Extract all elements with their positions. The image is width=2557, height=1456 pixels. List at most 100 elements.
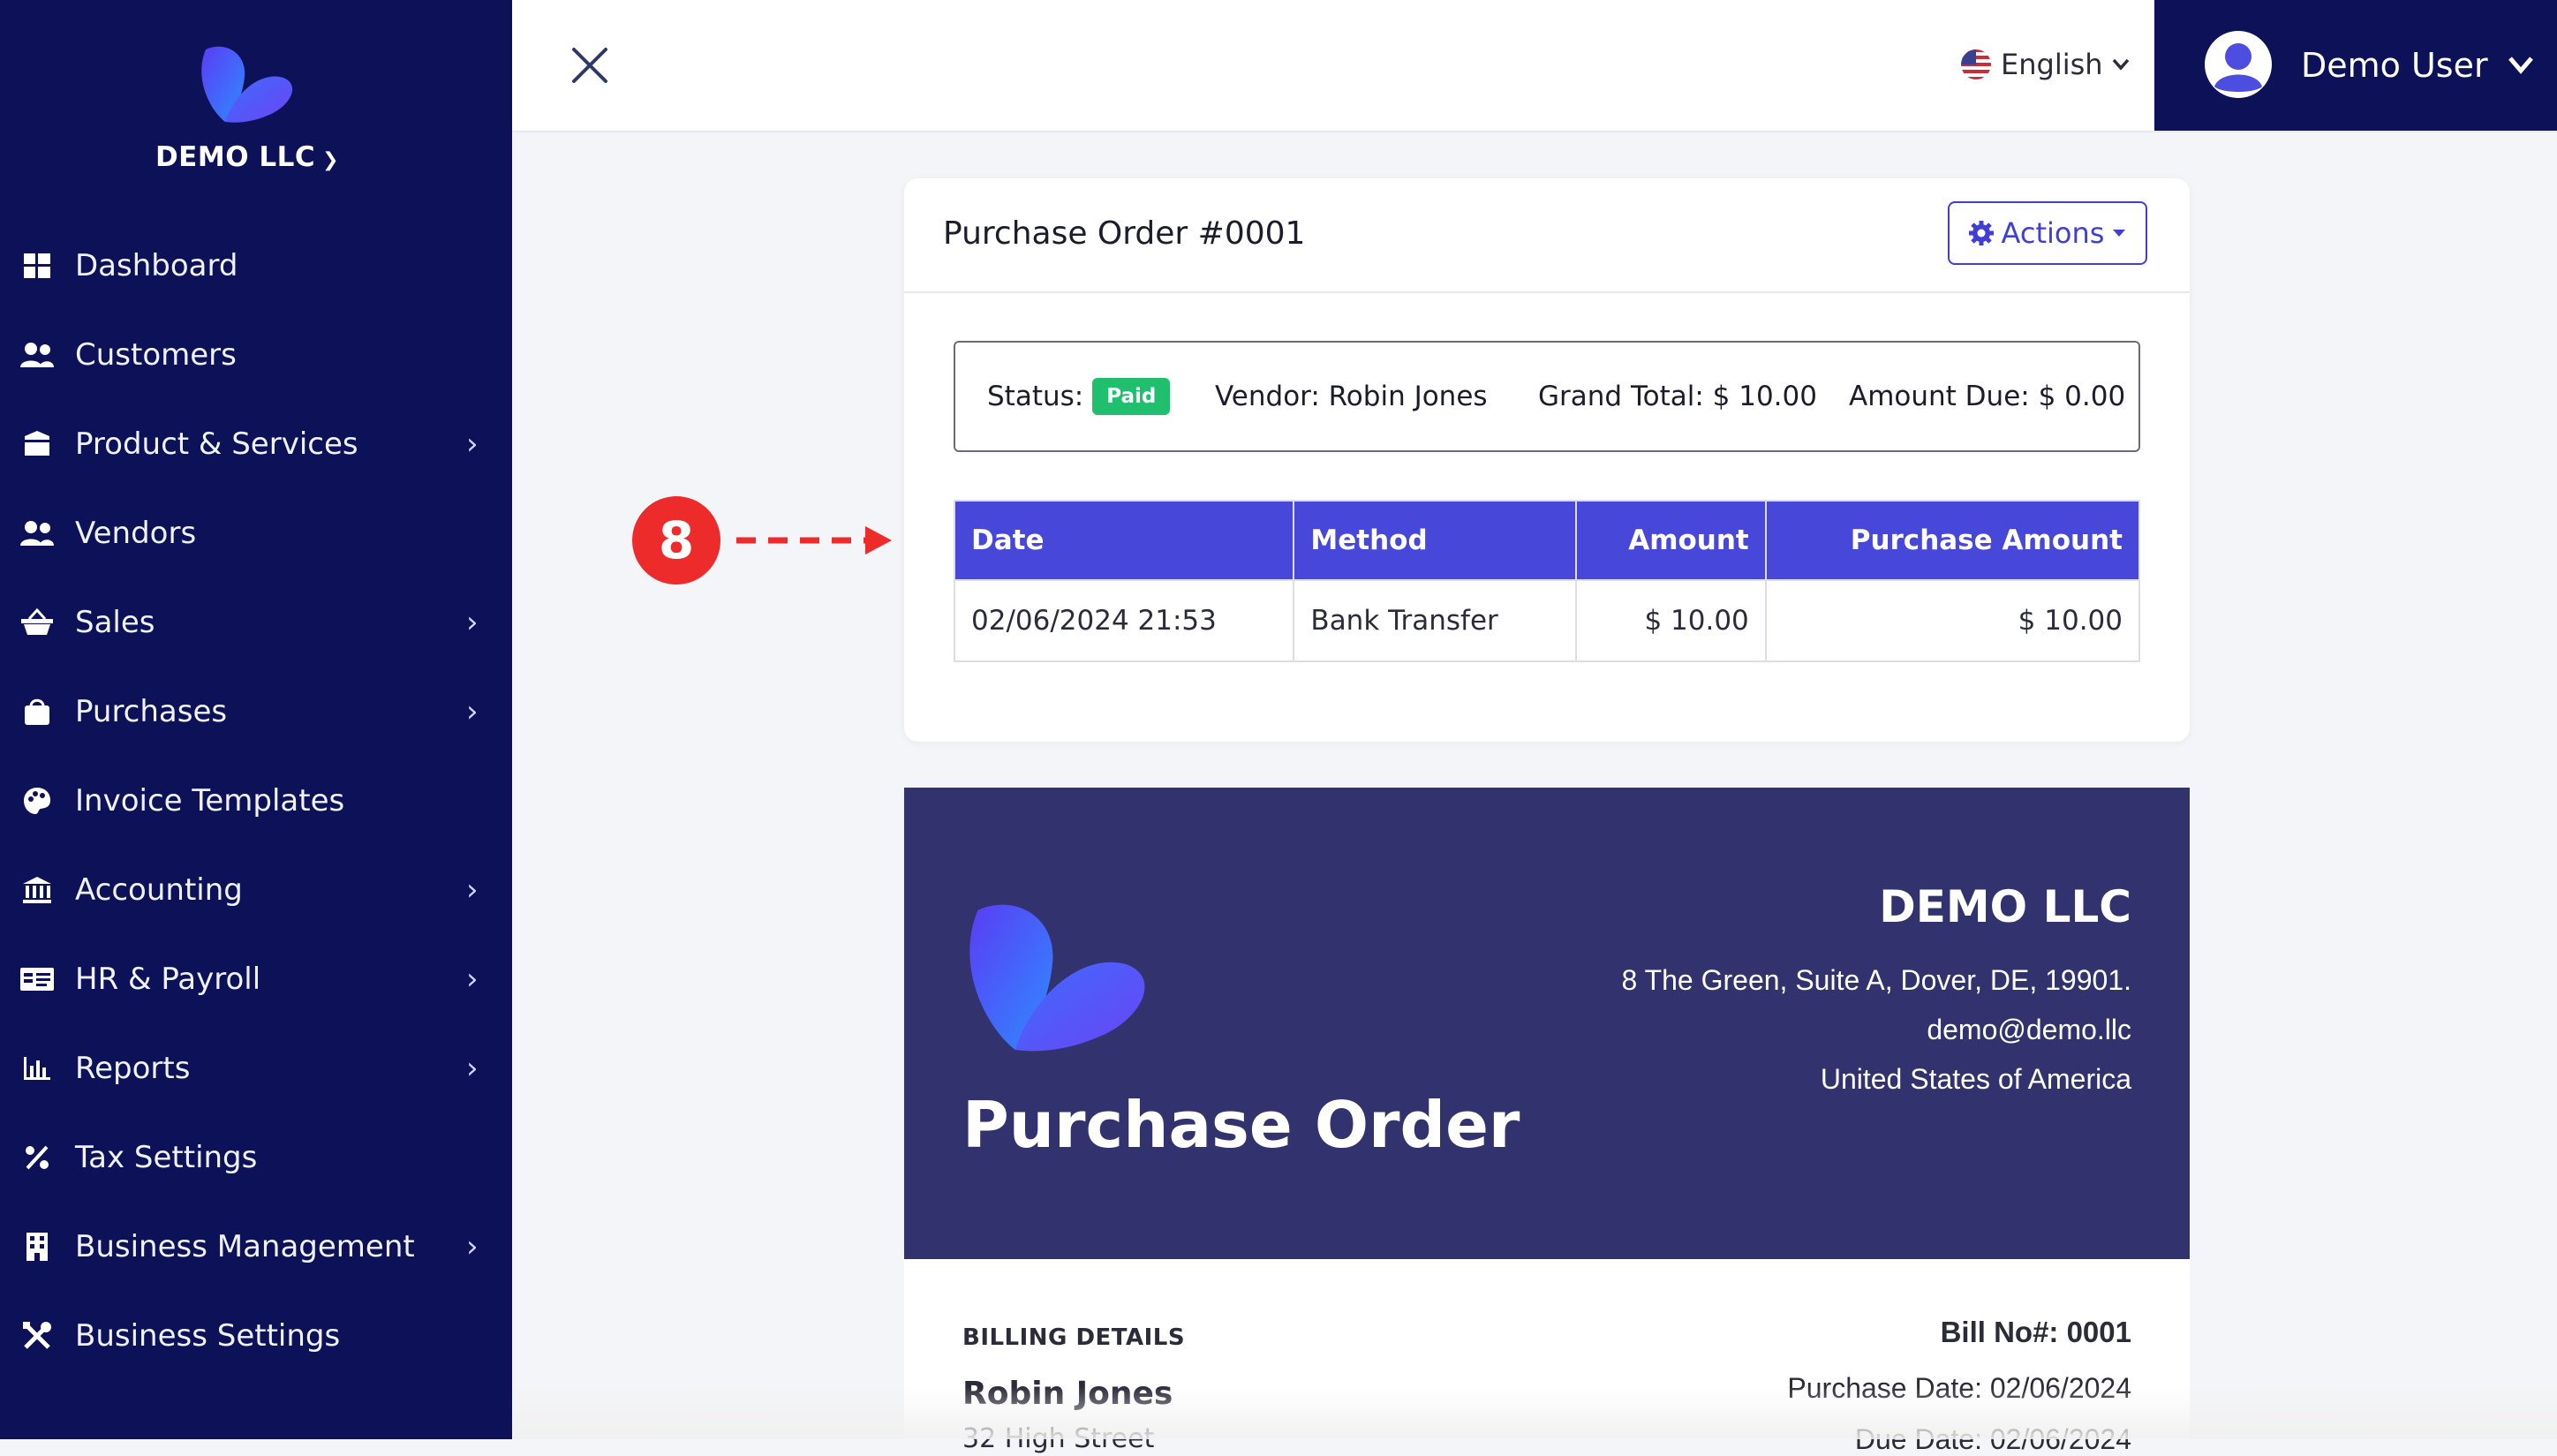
company-details: DEMO LLC 8 The Green, Suite A, Dover, DE… — [1621, 881, 2131, 1104]
sidebar-item-purchases[interactable]: Purchases › — [0, 667, 512, 756]
sidebar-item-product-services[interactable]: Product & Services › — [0, 399, 512, 488]
sidebar-nav: Dashboard Customers Product & Services › — [0, 221, 512, 1380]
building-icon — [18, 1227, 57, 1266]
sidebar-item-label: Invoice Templates — [75, 782, 345, 819]
cell-purchase-amount: $ 10.00 — [1764, 579, 2141, 662]
column-header-purchase-amount: Purchase Amount — [1764, 500, 2141, 581]
org-name: DEMO LLC ❯ — [155, 141, 340, 173]
actions-button[interactable]: Actions — [1948, 201, 2147, 265]
card-header: Purchase Order #0001 Actions — [904, 178, 2190, 293]
chevron-right-icon: › — [466, 961, 479, 997]
sidebar-item-invoice-templates[interactable]: Invoice Templates — [0, 756, 512, 845]
box-icon — [18, 425, 57, 464]
amount-due-field: Amount Due: $ 0.00 — [1849, 381, 2126, 412]
chevron-right-icon: › — [466, 1050, 479, 1086]
sidebar-item-tax-settings[interactable]: Tax Settings — [0, 1113, 512, 1202]
sidebar-item-label: Sales — [75, 604, 155, 640]
bill-number: Bill No#: 0001 — [1940, 1316, 2131, 1348]
bar-chart-icon — [18, 1049, 57, 1088]
billing-label: BILLING DETAILS — [962, 1324, 1186, 1351]
cell-amount: $ 10.00 — [1574, 579, 1767, 662]
order-summary: Status: Paid Vendor: Robin Jones Grand T… — [954, 341, 2140, 452]
cell-date: 02/06/2024 21:53 — [953, 579, 1295, 662]
invoice-preview-header: Purchase Order DEMO LLC 8 The Green, Sui… — [904, 788, 2190, 1259]
table-row: 02/06/2024 21:53 Bank Transfer $ 10.00 $… — [953, 579, 2141, 662]
company-logo — [969, 904, 1145, 1052]
chevron-right-icon: › — [466, 604, 479, 640]
company-logo — [201, 46, 293, 123]
company-name: DEMO LLC — [1879, 881, 2131, 932]
sidebar: DEMO LLC ❯ Dashboard Customers Product &… — [0, 0, 512, 1439]
status-label: Status: — [987, 381, 1084, 412]
company-address: 8 The Green, Suite A, Dover, DE, 19901. — [1621, 964, 2131, 996]
sidebar-item-label: Product & Services — [75, 426, 358, 462]
sidebar-item-customers[interactable]: Customers — [0, 310, 512, 399]
page-title: Purchase Order #0001 — [943, 215, 1306, 252]
sidebar-item-sales[interactable]: Sales › — [0, 577, 512, 667]
sidebar-item-business-management[interactable]: Business Management › — [0, 1202, 512, 1291]
user-name: Demo User — [2301, 46, 2488, 85]
sidebar-item-label: Tax Settings — [75, 1139, 258, 1175]
invoice-title: Purchase Order — [962, 1088, 1520, 1162]
status-field: Status: Paid — [987, 378, 1171, 415]
company-email: demo@demo.llc — [1927, 1014, 2131, 1045]
sidebar-item-label: Accounting — [75, 871, 243, 908]
vendor-field: Vendor: Robin Jones — [1215, 381, 1488, 412]
language-label: English — [2001, 48, 2103, 81]
percent-icon — [18, 1138, 57, 1177]
avatar — [2205, 31, 2272, 98]
dashboard-icon — [18, 246, 57, 285]
table-header-row: Date Method Amount Purchase Amount — [953, 500, 2141, 581]
dashed-arrow-icon — [736, 526, 892, 554]
sidebar-item-business-settings[interactable]: Business Settings — [0, 1291, 512, 1380]
language-selector[interactable]: English — [1960, 42, 2130, 87]
gear-icon — [1968, 221, 1994, 245]
chevron-down-icon: ❯ — [322, 149, 340, 171]
step-marker: 8 — [632, 496, 720, 585]
due-date: Due Date: 02/06/2024 — [1854, 1423, 2131, 1455]
chevron-right-icon: › — [466, 693, 479, 729]
bank-icon — [18, 871, 57, 909]
chevron-down-icon — [2508, 57, 2533, 74]
billing-vendor-name: Robin Jones — [962, 1376, 1173, 1412]
caret-down-icon — [2113, 230, 2126, 237]
user-menu[interactable]: Demo User — [2154, 0, 2557, 131]
sidebar-item-label: HR & Payroll — [75, 961, 261, 997]
chevron-down-icon — [2112, 58, 2129, 71]
cell-method: Bank Transfer — [1293, 579, 1577, 662]
users-icon — [18, 514, 57, 553]
chevron-right-icon: › — [466, 871, 479, 908]
sidebar-item-label: Customers — [75, 336, 237, 373]
sidebar-item-vendors[interactable]: Vendors — [0, 488, 512, 577]
company-country: United States of America — [1820, 1063, 2131, 1095]
payments-table: Date Method Amount Purchase Amount 02/06… — [953, 500, 2141, 662]
sidebar-item-label: Reports — [75, 1050, 191, 1086]
sidebar-item-label: Vendors — [75, 515, 197, 551]
grand-total-field: Grand Total: $ 10.00 — [1538, 381, 1817, 412]
sidebar-item-label: Dashboard — [75, 247, 238, 283]
billing-details: BILLING DETAILS Robin Jones 32 High Stre… — [904, 1259, 2190, 1455]
column-header-method: Method — [1293, 500, 1577, 581]
sidebar-item-reports[interactable]: Reports › — [0, 1023, 512, 1113]
users-icon — [18, 336, 57, 374]
sidebar-item-dashboard[interactable]: Dashboard — [0, 221, 512, 310]
purchase-order-card: Purchase Order #0001 Actions Status: Pai… — [904, 178, 2190, 742]
column-header-date: Date — [953, 500, 1295, 581]
sidebar-item-hr-payroll[interactable]: HR & Payroll › — [0, 934, 512, 1023]
status-badge: Paid — [1092, 378, 1171, 415]
close-icon[interactable] — [570, 46, 609, 85]
sidebar-item-label: Business Settings — [75, 1317, 341, 1354]
chevron-right-icon: › — [466, 426, 479, 462]
palette-icon — [18, 781, 57, 820]
chevron-right-icon: › — [466, 1228, 479, 1264]
column-header-amount: Amount — [1574, 500, 1767, 581]
actions-label: Actions — [2001, 216, 2105, 250]
org-switcher[interactable]: DEMO LLC ❯ — [0, 44, 494, 173]
sidebar-item-label: Business Management — [75, 1228, 415, 1264]
bag-icon — [18, 692, 57, 731]
sidebar-item-accounting[interactable]: Accounting › — [0, 845, 512, 934]
us-flag-icon — [1961, 49, 1991, 79]
purchase-date: Purchase Date: 02/06/2024 — [1787, 1372, 2131, 1404]
tools-icon — [18, 1316, 57, 1355]
id-card-icon — [18, 960, 57, 999]
